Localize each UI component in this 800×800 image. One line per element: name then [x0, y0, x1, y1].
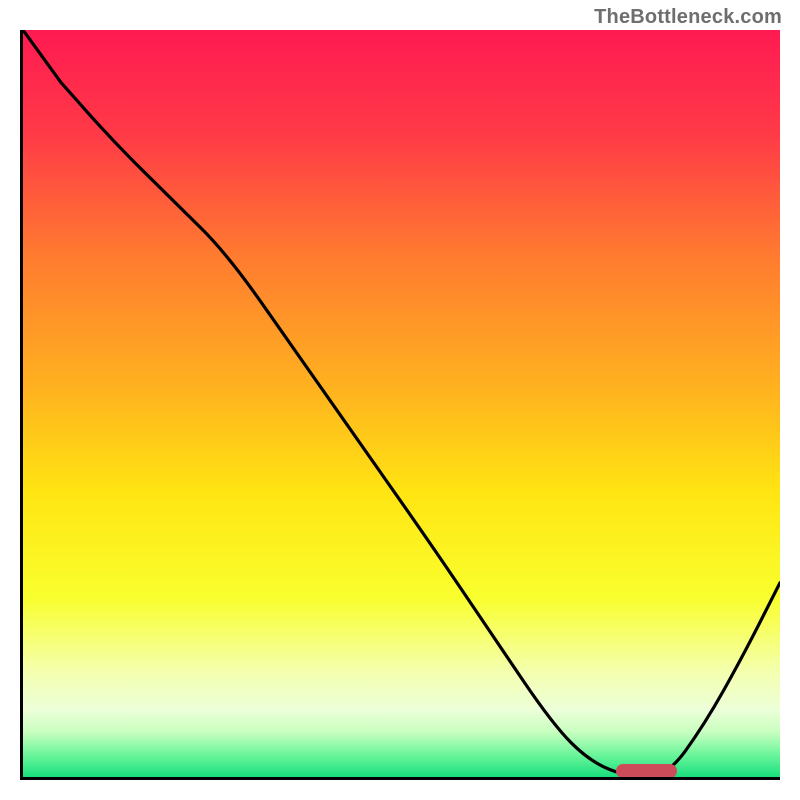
bottleneck-curve: [23, 30, 780, 777]
chart-plot-area: [20, 30, 780, 780]
watermark-text: TheBottleneck.com: [594, 6, 782, 29]
optimal-range-marker: [616, 764, 677, 778]
